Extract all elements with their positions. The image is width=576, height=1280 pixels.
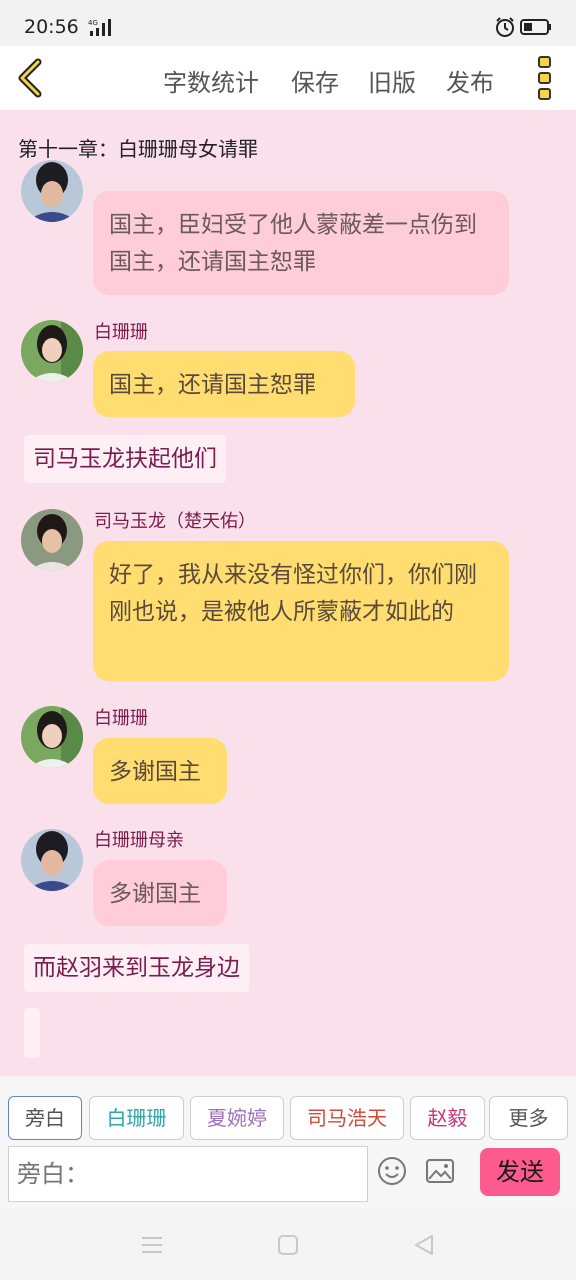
old-version-button[interactable]: 旧版 bbox=[368, 63, 416, 98]
speaker-name: 白珊珊 bbox=[94, 708, 148, 729]
message-bubble: 多谢国主 bbox=[93, 860, 227, 926]
avatar-baishanshan[interactable] bbox=[21, 706, 83, 768]
back-arrow-icon[interactable] bbox=[14, 56, 48, 100]
avatar-baishanshan-mother[interactable] bbox=[21, 160, 83, 222]
role-chip-label: 更多 bbox=[508, 1106, 549, 1130]
new-entry-placeholder[interactable] bbox=[24, 1008, 40, 1058]
status-time: 20:56 bbox=[24, 16, 79, 38]
role-chip-xiawanting[interactable]: 夏婉婷 bbox=[190, 1096, 284, 1140]
avatar-simayulong[interactable] bbox=[21, 509, 83, 571]
role-chip-narrator[interactable]: 旁白 bbox=[8, 1096, 82, 1140]
role-chip-label: 赵毅 bbox=[427, 1106, 468, 1130]
message-bubble: 多谢国主 bbox=[93, 738, 227, 804]
message-bubble: 好了，我从来没有怪过你们，你们刚刚也说，是被他人所蒙蔽才如此的 bbox=[93, 541, 509, 681]
speaker-name: 司马玉龙（楚天佑） bbox=[94, 511, 256, 532]
home-icon[interactable] bbox=[275, 1232, 301, 1258]
role-chip-more[interactable]: 更多 bbox=[489, 1096, 568, 1140]
battery-icon bbox=[520, 19, 551, 35]
role-chip-simahaotian[interactable]: 司马浩天 bbox=[290, 1096, 404, 1140]
role-chip-baishanshan[interactable]: 白珊珊 bbox=[89, 1096, 184, 1140]
role-chip-label: 白珊珊 bbox=[106, 1106, 167, 1130]
message-bubble: 国主，还请国主恕罪 bbox=[93, 351, 355, 417]
role-chip-zhaoyi[interactable]: 赵毅 bbox=[410, 1096, 485, 1140]
message-bubble: 国主，臣妇受了他人蒙蔽差一点伤到国主，还请国主恕罪 bbox=[93, 191, 509, 295]
emoji-icon[interactable] bbox=[376, 1155, 408, 1187]
avatar-baishanshan[interactable] bbox=[21, 320, 83, 382]
speaker-name: 白珊珊母亲 bbox=[94, 830, 184, 851]
narration-text: 而赵羽来到玉龙身边 bbox=[24, 944, 249, 992]
system-nav-bar bbox=[0, 1210, 576, 1280]
network-label: 4G bbox=[88, 19, 98, 27]
publish-button[interactable]: 发布 bbox=[446, 63, 494, 98]
role-chip-label: 旁白 bbox=[25, 1106, 65, 1130]
role-chip-label: 司马浩天 bbox=[307, 1106, 387, 1130]
signal-icon: 4G bbox=[88, 19, 111, 36]
menu-icon[interactable] bbox=[139, 1232, 165, 1258]
alarm-icon bbox=[496, 17, 514, 37]
save-button[interactable]: 保存 bbox=[291, 63, 339, 98]
message-input[interactable] bbox=[8, 1146, 368, 1202]
send-button[interactable]: 发送 bbox=[480, 1148, 560, 1196]
back-icon[interactable] bbox=[411, 1232, 437, 1258]
chapter-title: 第十一章：白珊珊母女请罪 bbox=[18, 137, 258, 161]
more-options-icon[interactable] bbox=[532, 54, 558, 102]
word-count-button[interactable]: 字数统计 bbox=[163, 63, 259, 98]
status-bar: 20:56 4G bbox=[0, 0, 576, 46]
avatar-baishanshan-mother[interactable] bbox=[21, 829, 83, 891]
speaker-name: 白珊珊 bbox=[94, 322, 148, 343]
narration-text: 司马玉龙扶起他们 bbox=[24, 435, 226, 483]
image-icon[interactable] bbox=[424, 1155, 456, 1187]
role-chip-label: 夏婉婷 bbox=[207, 1106, 267, 1130]
top-toolbar: 字数统计 保存 旧版 发布 bbox=[0, 46, 576, 110]
